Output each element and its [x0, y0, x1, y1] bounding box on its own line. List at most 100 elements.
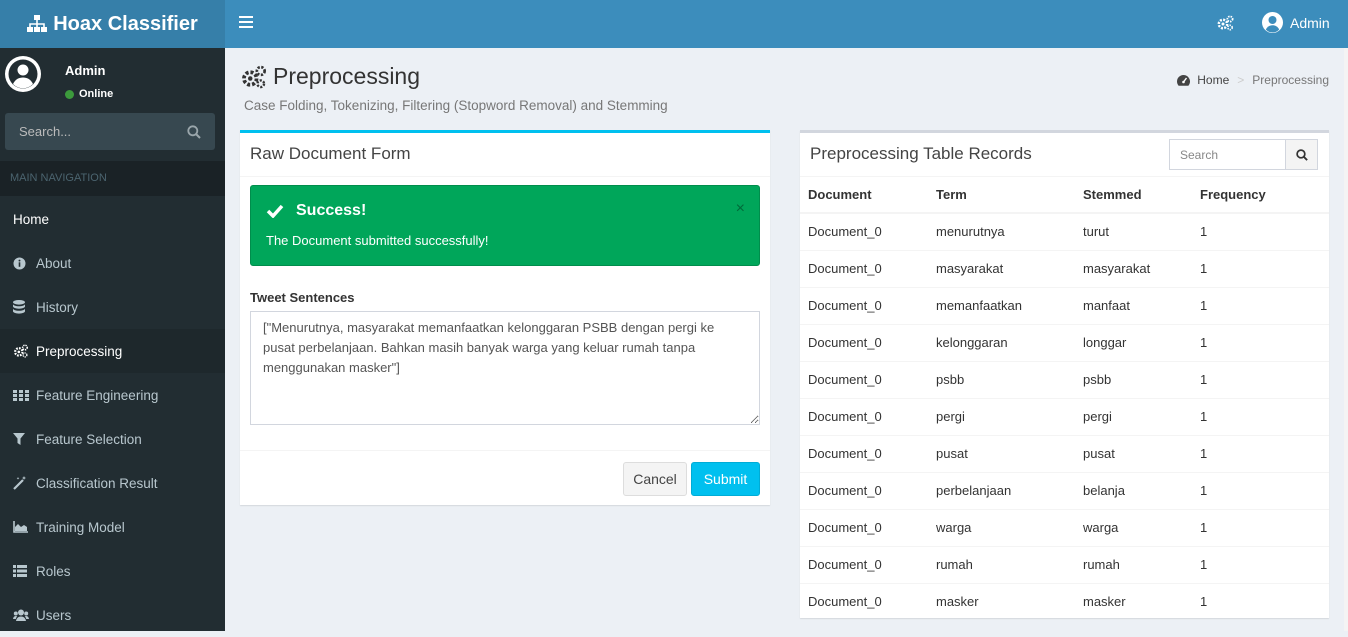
- table-search-input[interactable]: [1169, 139, 1286, 170]
- online-status-icon: [65, 89, 74, 99]
- form-title: Raw Document Form: [240, 133, 770, 177]
- user-status: Online: [65, 88, 113, 100]
- table-row: Document_0 memanfaatkan manfaat 1: [800, 286, 1329, 324]
- table-row: Document_0 kelonggaran longgar 1: [800, 323, 1329, 361]
- table-row: Document_0 pergi pergi 1: [800, 397, 1329, 435]
- column-header[interactable]: Term: [928, 177, 1075, 214]
- check-icon: [266, 204, 284, 218]
- column-header[interactable]: Stemmed: [1075, 177, 1192, 214]
- table-cell: masker: [928, 582, 1075, 620]
- table-cell: Document_0: [800, 508, 928, 546]
- table-cell: memanfaatkan: [928, 286, 1075, 324]
- top-navbar: Admin: [225, 0, 1348, 48]
- area-chart-icon: [13, 521, 29, 533]
- table-cell: rumah: [928, 545, 1075, 583]
- app-logo[interactable]: Hoax Classifier: [0, 0, 225, 48]
- users-icon: [13, 609, 29, 621]
- table-row: Document_0 psbb psbb 1: [800, 360, 1329, 398]
- records-table: Document Term Stemmed Frequency Document…: [800, 177, 1329, 620]
- sidebar-item-about[interactable]: About: [0, 241, 225, 285]
- page-title-text: Preprocessing: [273, 63, 421, 89]
- gears-icon: [13, 344, 29, 358]
- tweet-sentences-textarea[interactable]: ["Menurutnya, masyarakat memanfaatkan ke…: [250, 311, 760, 425]
- table-cell: 1: [1192, 582, 1329, 620]
- sidebar-item-roles[interactable]: Roles: [0, 549, 225, 593]
- table-cell: longgar: [1075, 323, 1192, 361]
- bars-icon[interactable]: [239, 16, 253, 30]
- raw-document-form-box: Raw Document Form Success! The Document …: [240, 130, 770, 505]
- table-cell: psbb: [928, 360, 1075, 398]
- table-cell: Document_0: [800, 360, 928, 398]
- top-user-name: Admin: [1290, 14, 1330, 31]
- table-cell: 1: [1192, 323, 1329, 361]
- sitemap-icon: [27, 15, 48, 32]
- sidebar-item-preprocessing[interactable]: Preprocessing: [0, 329, 225, 373]
- sidebar-item-label: Home: [13, 211, 50, 227]
- sidebar-item-label: History: [36, 299, 79, 315]
- table-search-button[interactable]: [1285, 139, 1318, 170]
- tweet-sentences-label: Tweet Sentences: [250, 290, 355, 305]
- gears-icon[interactable]: [1217, 15, 1234, 36]
- table-cell: masker: [1075, 582, 1192, 620]
- sidebar-search: [5, 113, 215, 150]
- alert-title: Success!: [296, 202, 367, 219]
- sidebar-item-classification-result[interactable]: Classification Result: [0, 461, 225, 505]
- sidebar-search-input[interactable]: [5, 113, 180, 150]
- sidebar-item-label: Classification Result: [36, 475, 158, 491]
- database-icon: [13, 300, 29, 314]
- sidebar-item-training-model[interactable]: Training Model: [0, 505, 225, 549]
- sidebar-item-label: Users: [36, 607, 72, 623]
- sidebar-item-feature-engineering[interactable]: Feature Engineering: [0, 373, 225, 417]
- table-cell: masyarakat: [928, 249, 1075, 287]
- search-icon[interactable]: [187, 125, 201, 144]
- table-cell: warga: [928, 508, 1075, 546]
- table-cell: 1: [1192, 397, 1329, 435]
- table-cell: psbb: [1075, 360, 1192, 398]
- table-cell: Document_0: [800, 212, 928, 250]
- table-cell: Document_0: [800, 323, 928, 361]
- table-cell: masyarakat: [1075, 249, 1192, 287]
- breadcrumb: Home > Preprocessing: [1177, 73, 1329, 87]
- table-search: [1169, 139, 1318, 170]
- close-icon[interactable]: ×: [736, 200, 745, 218]
- column-header[interactable]: Frequency: [1192, 177, 1329, 214]
- column-header[interactable]: Document: [800, 177, 928, 214]
- nav-header: MAIN NAVIGATION: [0, 161, 225, 196]
- sidebar-item-users[interactable]: Users: [0, 593, 225, 637]
- avatar: [5, 56, 41, 97]
- success-alert: Success! The Document submitted successf…: [250, 185, 760, 266]
- list-icon: [13, 565, 29, 577]
- cancel-button[interactable]: Cancel: [623, 462, 687, 496]
- page-subtitle: Case Folding, Tokenizing, Filtering (Sto…: [244, 98, 668, 113]
- table-cell: Document_0: [800, 545, 928, 583]
- table-cell: belanja: [1075, 471, 1192, 509]
- app-title: Hoax Classifier: [53, 12, 198, 35]
- table-cell: turut: [1075, 212, 1192, 250]
- sidebar-item-history[interactable]: History: [0, 285, 225, 329]
- search-icon: [1295, 148, 1308, 161]
- table-header-row: Document Term Stemmed Frequency: [800, 177, 1329, 214]
- breadcrumb-home[interactable]: Home: [1197, 73, 1229, 87]
- table-cell: manfaat: [1075, 286, 1192, 324]
- table-cell: kelonggaran: [928, 323, 1075, 361]
- table-cell: 1: [1192, 212, 1329, 250]
- table-cell: Document_0: [800, 582, 928, 620]
- table-cell: 1: [1192, 508, 1329, 546]
- table-row: Document_0 rumah rumah 1: [800, 545, 1329, 583]
- table-cell: rumah: [1075, 545, 1192, 583]
- preprocessing-table-box: Preprocessing Table Records Document Ter…: [800, 130, 1329, 620]
- table-row: Document_0 menurutnya turut 1: [800, 212, 1329, 250]
- table-cell: 1: [1192, 545, 1329, 583]
- magic-icon: [13, 476, 29, 490]
- sidebar-item-feature-selection[interactable]: Feature Selection: [0, 417, 225, 461]
- sidebar: Admin Online MAIN NAVIGATION Home About …: [0, 48, 225, 631]
- sidebar-item-home[interactable]: Home: [0, 197, 225, 241]
- submit-button[interactable]: Submit: [691, 462, 760, 496]
- sidebar-item-label: Roles: [36, 563, 71, 579]
- scrollbar[interactable]: [1344, 48, 1348, 631]
- table-cell: pusat: [928, 434, 1075, 472]
- user-status-label: Online: [79, 88, 114, 100]
- user-menu[interactable]: Admin: [1262, 12, 1330, 33]
- th-icon: [13, 389, 29, 401]
- alert-message: The Document submitted successfully!: [266, 233, 489, 248]
